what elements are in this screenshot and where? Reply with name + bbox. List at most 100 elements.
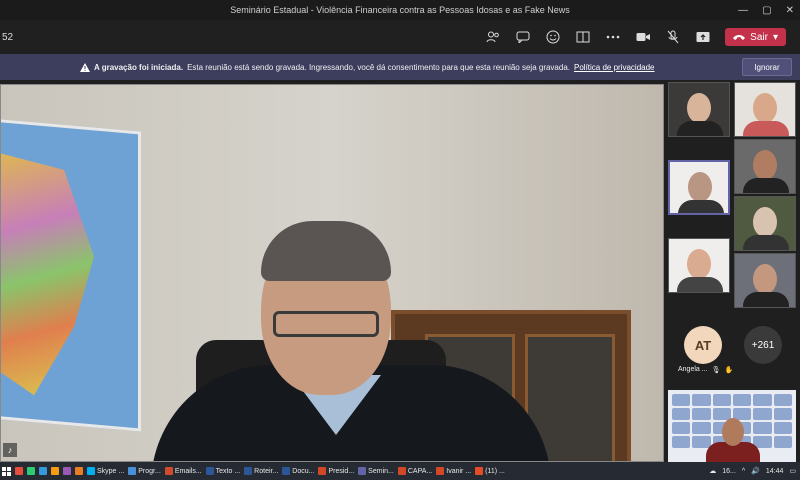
leave-button[interactable]: Sair ▾	[725, 28, 786, 46]
hand-icon: ✋	[724, 367, 734, 374]
app-icon	[436, 467, 445, 475]
participant-tile[interactable]	[734, 82, 796, 137]
taskbar-app-button[interactable]: Semin...	[356, 463, 396, 479]
people-icon[interactable]	[485, 29, 501, 45]
more-icon[interactable]	[605, 29, 621, 45]
dismiss-button[interactable]: Ignorar	[742, 58, 792, 76]
tray-chevron-icon[interactable]: ^	[742, 468, 745, 475]
app-icon	[63, 467, 71, 475]
taskbar-app-button[interactable]: Skype ...	[85, 463, 126, 479]
avatar-name: Angela ... 🎙 ✋	[678, 366, 733, 374]
taskbar-app-button[interactable]	[61, 463, 73, 479]
taskbar-app-button[interactable]: (11) ...	[473, 463, 507, 479]
react-icon[interactable]	[545, 29, 561, 45]
taskbar-app-label: Emails...	[174, 467, 202, 475]
meeting-timer: 52	[2, 31, 14, 43]
phone-hangup-icon	[733, 35, 746, 40]
more-participants-button[interactable]: +261	[744, 326, 782, 364]
volume-icon[interactable]: 🔊	[751, 467, 760, 475]
app-icon	[27, 467, 35, 475]
avatar[interactable]: AT	[684, 326, 722, 364]
start-icon[interactable]	[0, 463, 13, 479]
chat-icon[interactable]	[515, 29, 531, 45]
camera-icon[interactable]	[635, 29, 651, 45]
app-icon	[15, 467, 23, 475]
warning-icon	[80, 62, 90, 72]
privacy-policy-link[interactable]: Política de privacidade	[574, 63, 655, 72]
taskbar-items: Skype ... Progr... Emails... Texto ... Rotei…	[13, 463, 507, 479]
taskbar-app-label: Progr...	[138, 467, 161, 475]
mic-off-icon[interactable]	[665, 29, 681, 45]
app-icon	[87, 467, 95, 475]
app-icon	[51, 467, 59, 475]
taskbar-app-button[interactable]	[25, 463, 37, 479]
main-video: ♪	[0, 84, 664, 462]
window-title: Seminário Estadual - Violência Financeir…	[230, 5, 570, 15]
wall-map	[1, 118, 141, 432]
app-icon	[164, 467, 173, 475]
taskbar-app-button[interactable]: Progr...	[126, 463, 163, 479]
taskbar-app-button[interactable]: Presid...	[316, 463, 356, 479]
taskbar-app-label: Skype ...	[97, 467, 125, 475]
participant-tile[interactable]	[668, 160, 730, 215]
app-icon	[75, 467, 83, 475]
system-tray: ☁ 16... ^ 🔊 14:44 ▭	[709, 467, 796, 476]
app-icon	[244, 467, 253, 475]
participant-tile[interactable]	[668, 82, 730, 137]
participant-tile[interactable]	[734, 253, 796, 308]
window-titlebar: Seminário Estadual - Violência Financeir…	[0, 0, 800, 20]
window-controls: — ▢ ✕	[738, 0, 794, 20]
maximize-button[interactable]: ▢	[762, 5, 771, 16]
taskbar-app-button[interactable]: Emails...	[163, 463, 204, 479]
participant-tile[interactable]	[668, 238, 730, 293]
avatar-name-label: Angela ...	[678, 366, 708, 373]
taskbar-app-button[interactable]: Docu...	[280, 463, 316, 479]
chevron-down-icon[interactable]: ▾	[773, 32, 778, 43]
app-icon	[397, 467, 406, 475]
participant-tile[interactable]	[734, 139, 796, 194]
recording-banner: A gravação foi iniciada. Esta reunião es…	[0, 54, 800, 80]
app-icon	[318, 467, 327, 475]
recording-notice-text: Esta reunião está sendo gravada. Ingress…	[187, 62, 570, 72]
windows-taskbar: Skype ... Progr... Emails... Texto ... Rotei…	[0, 462, 800, 480]
taskbar-app-button[interactable]	[37, 463, 49, 479]
taskbar-app-label: Presid...	[328, 467, 355, 475]
recording-started-label: A gravação foi iniciada.	[94, 62, 184, 72]
meeting-toolbar: 52 Sair ▾	[0, 20, 800, 54]
taskbar-app-button[interactable]	[13, 463, 25, 479]
taskbar-app-button[interactable]: Roteir...	[242, 463, 280, 479]
taskbar-app-button[interactable]: Ivanir ...	[434, 463, 473, 479]
taskbar-app-label: Texto ...	[215, 467, 241, 475]
app-icon	[39, 467, 47, 475]
speaker-person	[151, 221, 551, 461]
taskbar-app-label: Docu...	[292, 467, 315, 475]
self-view-video[interactable]	[668, 390, 796, 462]
weather-icon: ☁	[709, 468, 717, 475]
clock[interactable]: 14:44	[766, 468, 784, 475]
rooms-icon[interactable]	[575, 29, 591, 45]
tray-temperature: 16...	[722, 467, 736, 475]
taskbar-app-button[interactable]	[73, 463, 85, 479]
participant-tile[interactable]	[734, 196, 796, 251]
taskbar-app-button[interactable]	[49, 463, 61, 479]
recording-message: A gravação foi iniciada. Esta reunião es…	[80, 62, 655, 72]
app-icon	[128, 467, 137, 475]
mic-icon: 🎙	[711, 367, 721, 374]
participant-gallery: AT +261 Angela ... 🎙 ✋	[666, 82, 800, 462]
taskbar-app-button[interactable]: Texto ...	[204, 463, 243, 479]
close-window-button[interactable]: ✕	[786, 5, 794, 16]
share-icon[interactable]	[695, 29, 711, 45]
taskbar-app-label: (11) ...	[485, 467, 505, 475]
notifications-icon[interactable]: ▭	[789, 467, 796, 475]
taskbar-app-label: Roteir...	[254, 467, 279, 475]
meeting-controls: Sair ▾	[485, 28, 786, 46]
taskbar-app-button[interactable]: CAPA...	[396, 463, 434, 479]
taskbar-app-label: Ivanir ...	[446, 467, 472, 475]
audio-icon: ♪	[3, 443, 17, 457]
leave-label: Sair	[750, 31, 768, 43]
app-icon	[282, 467, 291, 475]
taskbar-app-label: Semin...	[368, 467, 394, 475]
taskbar-app-label: CAPA...	[407, 467, 433, 475]
minimize-button[interactable]: —	[738, 5, 748, 16]
app-icon	[205, 467, 214, 475]
